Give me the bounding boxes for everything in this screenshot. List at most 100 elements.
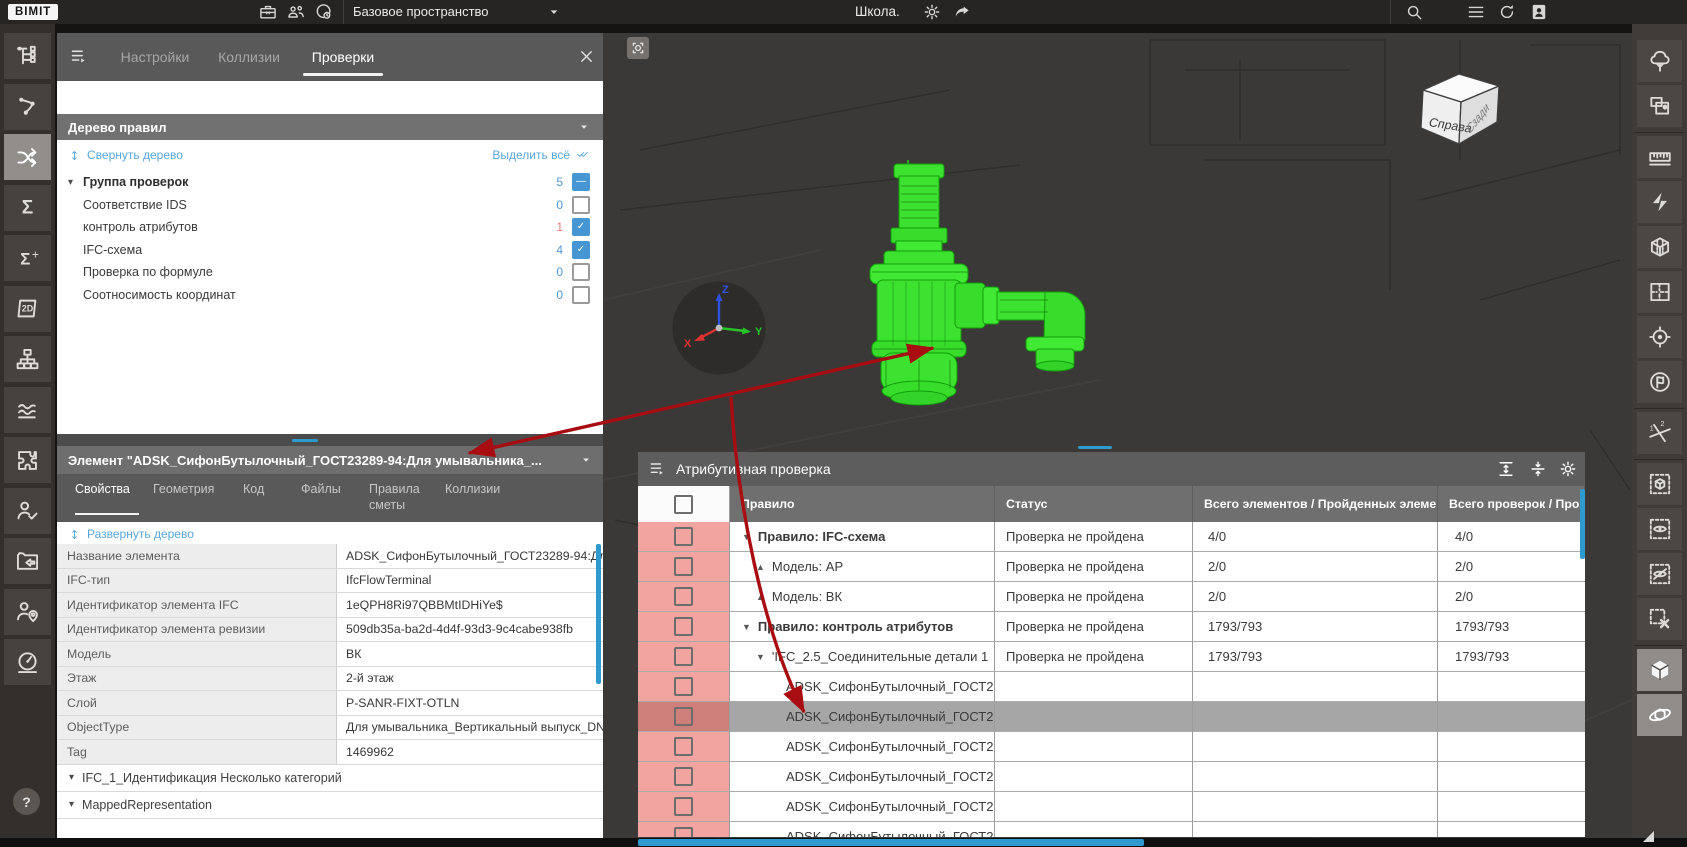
row-expand-arrow-icon[interactable]: ▲ — [756, 562, 765, 572]
rule-cell[interactable]: ▲Модель: ВК — [730, 582, 995, 612]
rule-checkbox[interactable]: ✓ — [572, 241, 590, 259]
rule-cell[interactable]: ADSK_СифонБутылочный_ГОСТ2 — [730, 792, 995, 822]
rule-checkbox[interactable] — [572, 196, 590, 214]
badge-clock-icon[interactable] — [314, 2, 334, 22]
row-checkbox[interactable] — [674, 647, 693, 666]
rule-checkbox[interactable] — [572, 286, 590, 304]
element-tab-1[interactable]: Свойства — [75, 474, 153, 522]
select-all-checkbox[interactable] — [674, 495, 693, 514]
row-expand-arrow-icon[interactable]: ▲ — [756, 592, 765, 602]
property-row[interactable]: Tag1469962 — [57, 740, 603, 765]
chevron-down-icon[interactable] — [546, 2, 562, 22]
element-tab-4[interactable]: Файлы — [301, 474, 369, 522]
tool-show-eye[interactable] — [1637, 508, 1682, 550]
panel-divider[interactable] — [57, 434, 603, 446]
table-settings-gear-icon[interactable] — [1558, 459, 1578, 479]
property-row[interactable]: СлойP-SANR-FIXT-OTLN — [57, 691, 603, 716]
team-icon[interactable] — [286, 2, 306, 22]
tool-user-pin[interactable] — [4, 589, 51, 635]
rules-tree-item[interactable]: контроль атрибутов1✓ — [57, 216, 603, 239]
rule-cell[interactable]: ADSK_СифонБутылочный_ГОСТ2 — [730, 672, 995, 702]
row-checkbox[interactable] — [674, 527, 693, 546]
element-panel-scrollbar[interactable] — [596, 544, 601, 684]
row-checkbox[interactable] — [674, 707, 693, 726]
tool-view-2d[interactable]: 2D — [4, 286, 51, 332]
table-row[interactable]: ADSK_СифонБутылочный_ГОСТ2 — [638, 732, 1585, 762]
tool-ruler[interactable] — [1637, 136, 1682, 178]
tool-puzzle[interactable] — [4, 437, 51, 483]
row-checkbox[interactable] — [674, 587, 693, 606]
search-icon[interactable] — [1404, 2, 1424, 22]
element-tab-5[interactable]: Правила сметы — [369, 474, 445, 522]
user-profile-icon[interactable] — [1529, 2, 1549, 22]
element-tab-6[interactable]: Коллизии — [445, 474, 535, 522]
table-row[interactable]: ADSK_СифонБутылочный_ГОСТ2 — [638, 822, 1585, 837]
expand-tree-link[interactable]: Развернуть дерево — [68, 527, 194, 541]
tab-коллизии[interactable]: Коллизии — [203, 33, 295, 81]
tool-branch[interactable] — [4, 84, 51, 130]
rules-tree-item[interactable]: Соответствие IDS0 — [57, 194, 603, 217]
tab-настройки[interactable]: Настройки — [107, 33, 203, 81]
table-row[interactable]: ▼Правило: контроль атрибутовПроверка не … — [638, 612, 1585, 642]
tool-flag-circle[interactable] — [1637, 361, 1682, 403]
rule-cell[interactable]: ▲Модель: АР — [730, 552, 995, 582]
element-header[interactable]: Элемент "ADSK_СифонБутылочный_ГОСТ23289-… — [57, 446, 603, 474]
table-row[interactable]: ADSK_СифонБутылочный_ГОСТ2 — [638, 702, 1585, 732]
property-row[interactable]: Этаж2-й этаж — [57, 667, 603, 692]
table-row[interactable]: ▼Правило: IFC-схемаПроверка не пройдена4… — [638, 522, 1585, 552]
navigation-cube[interactable]: Справа Сзади — [1415, 66, 1507, 152]
element-tab-3[interactable]: Код — [243, 474, 301, 522]
rules-tree-item[interactable]: ▾Группа проверок5— — [57, 171, 603, 194]
tool-floorplan[interactable] — [1637, 271, 1682, 313]
tool-gauge[interactable] — [4, 639, 51, 685]
table-row[interactable]: ▲Модель: ВКПроверка не пройдена2/02/0 — [638, 582, 1585, 612]
tool-org-chart[interactable] — [4, 336, 51, 382]
rules-tree-item[interactable]: Соотносимость координат0 — [57, 284, 603, 307]
row-checkbox[interactable] — [674, 677, 693, 696]
rule-cell[interactable]: ADSK_СифонБутылочный_ГОСТ2 — [730, 762, 995, 792]
tool-lightning[interactable] — [1637, 181, 1682, 223]
element-tab-2[interactable]: Геометрия — [153, 474, 243, 522]
tool-section-cube[interactable] — [1637, 226, 1682, 268]
rule-cell[interactable]: ADSK_СифонБутылочный_ГОСТ2 — [730, 822, 995, 837]
tool-model-tree[interactable] — [4, 33, 51, 79]
selected-element-3d-model[interactable] — [860, 160, 1120, 420]
tool-sigma[interactable]: Σ — [4, 185, 51, 231]
sync-icon[interactable] — [1497, 2, 1517, 22]
tool-folder-share[interactable] — [4, 538, 51, 584]
tool-hide-eye[interactable] — [1637, 553, 1682, 595]
tool-isolate-cube[interactable] — [1637, 463, 1682, 505]
rule-checkbox[interactable]: — — [572, 173, 590, 191]
close-icon[interactable] — [577, 47, 596, 66]
attr-table-vscrollbar[interactable] — [1580, 489, 1585, 559]
rule-cell[interactable]: ADSK_СифонБутылочный_ГОСТ2 — [730, 732, 995, 762]
table-row[interactable]: ADSK_СифонБутылочный_ГОСТ2 — [638, 672, 1585, 702]
property-group-row[interactable]: ▾MappedRepresentation — [57, 792, 603, 819]
rules-tree-item[interactable]: IFC-схема4✓ — [57, 239, 603, 262]
select-all-link[interactable]: Выделить всё — [492, 147, 592, 163]
resize-corner[interactable] — [1643, 831, 1654, 842]
panel-menu-icon[interactable] — [69, 46, 90, 67]
rule-checkbox[interactable] — [572, 263, 590, 281]
property-group-row[interactable]: ▾IFC_1_Идентификация Несколько категорий — [57, 765, 603, 792]
tool-nature-tree[interactable] — [1637, 40, 1682, 82]
share-icon[interactable] — [952, 2, 972, 22]
property-row[interactable]: Идентификатор элемента ревизии509db35a-b… — [57, 618, 603, 643]
tool-shuffle[interactable] — [4, 134, 51, 180]
row-checkbox[interactable] — [674, 737, 693, 756]
property-row[interactable]: Название элементаADSK_СифонБутылочный_ГО… — [57, 544, 603, 569]
tool-sigma-plus[interactable]: Σ+ — [4, 235, 51, 281]
tool-user-check[interactable] — [4, 488, 51, 534]
tool-select-objects[interactable] — [1637, 85, 1682, 127]
group-expand-arrow-icon[interactable]: ▾ — [69, 799, 74, 810]
help-button[interactable]: ? — [13, 788, 40, 815]
rule-cell[interactable]: ▼Правило: контроль атрибутов — [730, 612, 995, 642]
row-checkbox[interactable] — [674, 557, 693, 576]
rules-tree-item[interactable]: Проверка по формуле0 — [57, 261, 603, 284]
workspace-selector[interactable]: Базовое пространство — [353, 4, 489, 19]
tool-waves[interactable] — [4, 387, 51, 433]
row-checkbox[interactable] — [674, 797, 693, 816]
attr-table-hscrollbar[interactable] — [638, 839, 1144, 846]
column-header-2[interactable]: Статус — [995, 486, 1193, 522]
collapse-tree-link[interactable]: Свернуть дерево — [68, 147, 183, 163]
